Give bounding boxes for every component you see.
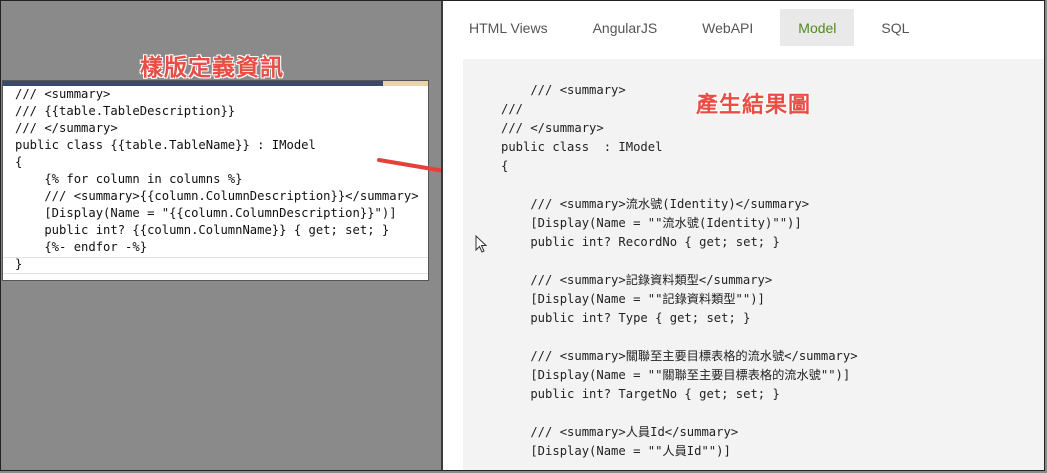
output-code-line: [Display(Name = ""記錄資料類型"")]	[501, 292, 765, 306]
template-code-line[interactable]: public class {{table.TableName}} : IMode…	[15, 137, 316, 154]
template-code-line[interactable]: {	[15, 154, 22, 171]
template-code-line[interactable]: /// {{table.TableDescription}}	[15, 103, 235, 120]
template-editor-panel[interactable]: /// <summary> /// {{table.TableDescripti…	[2, 80, 429, 281]
template-code-line[interactable]: {% for column in columns %}	[15, 171, 242, 188]
template-code-line[interactable]: /// <summary>	[15, 86, 110, 103]
output-code-line: public class : IModel	[501, 140, 663, 154]
output-code-line: {	[501, 159, 509, 173]
template-annotation-title: 樣版定義資訊	[140, 55, 284, 81]
tab-model[interactable]: Model	[780, 9, 855, 46]
output-code-line: /// <summary>人員Id</summary>	[501, 425, 739, 439]
generated-result-panel: HTML Views AngularJS WebAPI Model SQL //…	[441, 1, 1045, 470]
template-code-line[interactable]: public int? {{column.ColumnName}} { get;…	[15, 222, 389, 239]
template-code-line[interactable]: }	[15, 256, 22, 273]
output-code-line: [Display(Name = ""流水號(Identity)"")]	[501, 216, 802, 230]
output-code-line: /// <summary>關聯至主要目標表格的流水號</summary>	[501, 349, 858, 363]
code-tabs: HTML Views AngularJS WebAPI Model SQL	[451, 9, 1045, 46]
tab-html-views[interactable]: HTML Views	[451, 9, 566, 46]
tab-sql[interactable]: SQL	[863, 9, 927, 46]
tab-webapi[interactable]: WebAPI	[684, 9, 771, 46]
template-code-line[interactable]: [Display(Name = "{{column.ColumnDescript…	[15, 205, 396, 222]
output-code-line: /// <summary>記錄資料類型</summary>	[501, 273, 773, 287]
editor-top-bar-marker	[383, 81, 428, 86]
output-code-line: /// <summary>流水號(Identity)</summary>	[501, 197, 810, 211]
current-line-highlight	[3, 257, 428, 274]
template-code-line[interactable]: /// <summary>{{column.ColumnDescription}…	[15, 188, 418, 205]
result-annotation-title: 產生結果圖	[696, 93, 812, 118]
output-code-line: /// <summary>	[501, 83, 626, 97]
output-code-line: public int? RecordNo { get; set; }	[501, 235, 780, 249]
tab-angularjs[interactable]: AngularJS	[575, 9, 676, 46]
output-code-line: [Display(Name = ""關聯至主要目標表格的流水號"")]	[501, 368, 851, 382]
template-code-line[interactable]: {%- endfor -%}	[15, 239, 147, 256]
output-code-line: /// </summary>	[501, 121, 604, 135]
output-code-line: ///	[501, 102, 524, 116]
output-code-line: [Display(Name = ""人員Id"")]	[501, 444, 731, 458]
mouse-cursor-icon	[475, 235, 487, 253]
output-code-line: public int? TargetNo { get; set; }	[501, 387, 780, 401]
generated-code-block[interactable]: /// <summary> /// /// </summary> public …	[463, 59, 1045, 470]
output-code-line: public int? Type { get; set; }	[501, 311, 751, 325]
template-code-line[interactable]: /// </summary>	[15, 120, 118, 137]
